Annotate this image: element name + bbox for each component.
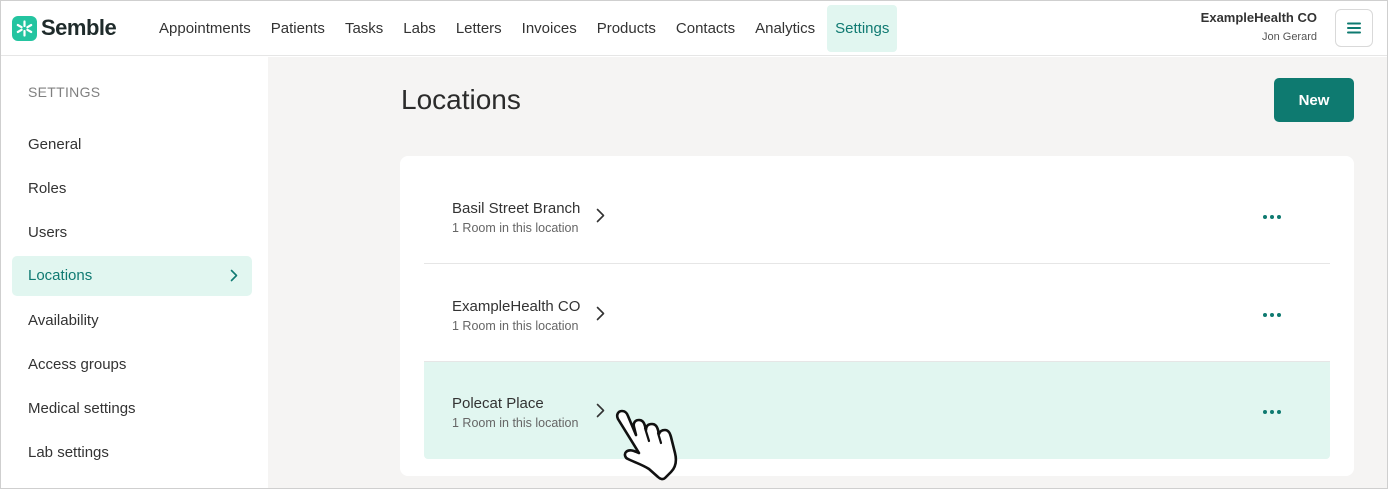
- chevron-right-icon: [596, 306, 605, 321]
- sidebar-item-label: Medical settings: [28, 400, 136, 417]
- chevron-right-icon: [596, 208, 605, 223]
- hamburger-menu-icon: [1347, 22, 1361, 34]
- location-name: Basil Street Branch: [452, 200, 581, 217]
- nav-appointments[interactable]: Appointments: [151, 5, 259, 52]
- nav-products[interactable]: Products: [589, 5, 664, 52]
- sidebar-item-users[interactable]: Users: [12, 213, 252, 253]
- sidebar-item-availability[interactable]: Availability: [12, 301, 252, 341]
- nav-patients[interactable]: Patients: [263, 5, 333, 52]
- sidebar-heading: SETTINGS: [28, 84, 101, 100]
- nav-analytics[interactable]: Analytics: [747, 5, 823, 52]
- main-nav: Appointments Patients Tasks Labs Letters…: [151, 5, 901, 52]
- sidebar-item-roles[interactable]: Roles: [12, 169, 252, 209]
- sidebar-item-general[interactable]: General: [12, 125, 252, 165]
- sidebar-item-label: Access groups: [28, 356, 127, 373]
- location-row-examplehealth-co[interactable]: ExampleHealth CO 1 Room in this location: [424, 265, 1330, 362]
- top-bar: Semble Appointments Patients Tasks Labs …: [1, 1, 1387, 56]
- main-content: Locations New Basil Street Branch 1 Room…: [268, 57, 1387, 488]
- location-name: Polecat Place: [452, 395, 544, 412]
- nav-labs[interactable]: Labs: [395, 5, 444, 52]
- nav-settings[interactable]: Settings: [827, 5, 898, 52]
- menu-button[interactable]: [1335, 9, 1373, 47]
- sidebar-item-label: General: [28, 136, 82, 153]
- new-location-button[interactable]: New: [1274, 78, 1354, 122]
- chevron-right-icon: [230, 269, 238, 282]
- hand-pointer-icon: [615, 409, 678, 481]
- sidebar-item-locations[interactable]: Locations: [12, 256, 252, 296]
- page-title: Locations: [401, 84, 521, 115]
- nav-contacts[interactable]: Contacts: [668, 5, 743, 52]
- more-horizontal-icon[interactable]: [1262, 409, 1282, 415]
- more-horizontal-icon[interactable]: [1262, 214, 1282, 220]
- location-room-count: 1 Room in this location: [452, 221, 579, 235]
- sidebar-item-label: Roles: [28, 180, 67, 197]
- sidebar-item-access-groups[interactable]: Access groups: [12, 345, 252, 385]
- location-name: ExampleHealth CO: [452, 298, 581, 315]
- nav-letters[interactable]: Letters: [448, 5, 510, 52]
- logo[interactable]: Semble: [12, 15, 117, 41]
- account-info[interactable]: ExampleHealth CO Jon Gerard: [1201, 10, 1317, 43]
- sidebar-item-medical-settings[interactable]: Medical settings: [12, 389, 252, 429]
- sidebar-item-label: Locations: [28, 267, 93, 284]
- location-room-count: 1 Room in this location: [452, 416, 579, 430]
- sidebar-item-lab-settings[interactable]: Lab settings: [12, 433, 252, 473]
- semble-logo-icon: [12, 15, 37, 41]
- app-window: Semble Appointments Patients Tasks Labs …: [0, 0, 1388, 489]
- brand-name: Semble: [41, 15, 117, 40]
- settings-sidebar: SETTINGS General Roles Users Locations A…: [1, 57, 268, 488]
- location-row-polecat-place[interactable]: Polecat Place 1 Room in this location: [424, 362, 1330, 459]
- more-horizontal-icon[interactable]: [1262, 312, 1282, 318]
- account-user: Jon Gerard: [1261, 31, 1317, 43]
- locations-card: Basil Street Branch 1 Room in this locat…: [400, 156, 1354, 476]
- sidebar-item-label: Users: [28, 224, 68, 241]
- sidebar-item-label: Availability: [28, 312, 99, 329]
- account-org: ExampleHealth CO: [1200, 10, 1317, 25]
- location-row-basil-street-branch[interactable]: Basil Street Branch 1 Room in this locat…: [424, 167, 1330, 264]
- chevron-right-icon: [596, 403, 605, 418]
- nav-invoices[interactable]: Invoices: [514, 5, 585, 52]
- location-room-count: 1 Room in this location: [452, 319, 579, 333]
- nav-tasks[interactable]: Tasks: [337, 5, 391, 52]
- sidebar-item-label: Lab settings: [28, 444, 109, 461]
